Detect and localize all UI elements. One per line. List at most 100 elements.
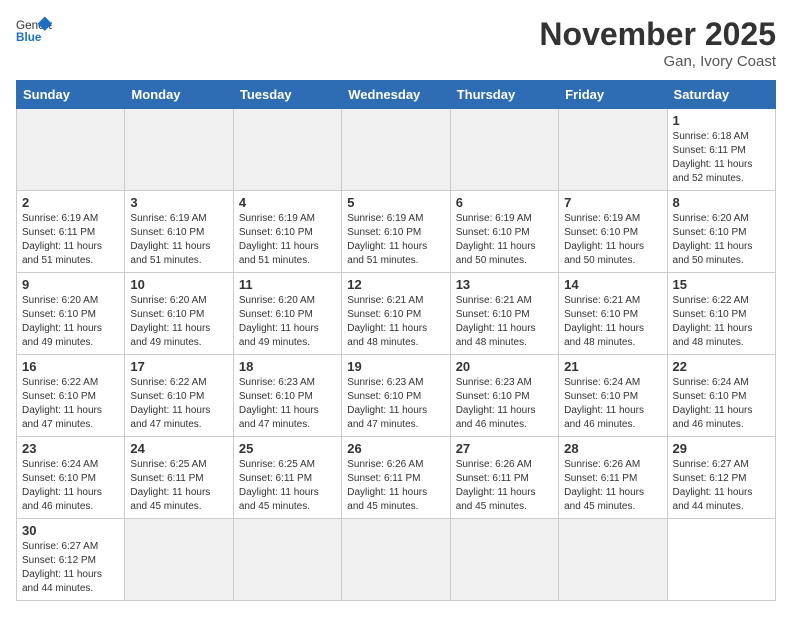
day-info: Sunrise: 6:24 AMSunset: 6:10 PMDaylight:…: [673, 376, 770, 432]
empty-cell: [17, 109, 125, 191]
day-cell-28: 28Sunrise: 6:26 AMSunset: 6:11 PMDayligh…: [559, 437, 667, 519]
empty-cell: [450, 109, 558, 191]
day-number: 15: [673, 277, 770, 292]
empty-cell: [559, 109, 667, 191]
day-cell-14: 14 Sunrise: 6:21 AMSunset: 6:10 PMDayligh…: [559, 273, 667, 355]
day-info: Sunrise: 6:27 AMSunset: 6:12 PMDaylight:…: [22, 540, 119, 596]
day-cell-29: 29Sunrise: 6:27 AMSunset: 6:12 PMDayligh…: [667, 437, 775, 519]
calendar-row-2: 9Sunrise: 6:20 AMSunset: 6:10 PMDaylight…: [17, 273, 776, 355]
day-cell-12: 12Sunrise: 6:21 AMSunset: 6:10 PMDayligh…: [342, 273, 450, 355]
day-number: 18: [239, 359, 336, 374]
day-number: 27: [456, 441, 553, 456]
logo-icon: General Blue: [16, 16, 52, 44]
calendar-table: SundayMondayTuesdayWednesdayThursdayFrid…: [16, 80, 776, 601]
day-cell-6: 6Sunrise: 6:19 AMSunset: 6:10 PMDaylight…: [450, 191, 558, 273]
day-cell-25: 25 Sunrise: 6:25 AMSunset: 6:11 PMDayligh…: [233, 437, 341, 519]
day-number: 10: [130, 277, 227, 292]
day-info: Sunrise: 6:23 AMSunset: 6:10 PMDaylight:…: [239, 376, 336, 432]
day-info: Sunrise: 6:26 AMSunset: 6:11 PMDaylight:…: [347, 458, 444, 514]
day-number: 6: [456, 195, 553, 210]
day-cell-7: 7 Sunrise: 6:19 AMSunset: 6:10 PMDaylight…: [559, 191, 667, 273]
day-info: Sunrise: 6:25 AMSunset: 6:11 PMDaylight:…: [130, 458, 227, 514]
day-info: Sunrise: 6:26 AMSunset: 6:11 PMDaylight:…: [456, 458, 553, 514]
empty-cell: [342, 519, 450, 601]
day-cell-27: 27 Sunrise: 6:26 AMSunset: 6:11 PMDayligh…: [450, 437, 558, 519]
day-info: Sunrise: 6:24 AMSunset: 6:10 PMDaylight:…: [22, 458, 119, 514]
weekday-header-thursday: Thursday: [450, 81, 558, 109]
day-cell-8: 8Sunrise: 6:20 AMSunset: 6:10 PMDaylight…: [667, 191, 775, 273]
day-number: 3: [130, 195, 227, 210]
day-info: Sunrise: 6:20 AMSunset: 6:10 PMDaylight:…: [22, 294, 119, 350]
day-cell-16: 16 Sunrise: 6:22 AMSunset: 6:10 PMDayligh…: [17, 355, 125, 437]
day-info: Sunrise: 6:25 AMSunset: 6:11 PMDaylight:…: [239, 458, 336, 514]
calendar-row-3: 16 Sunrise: 6:22 AMSunset: 6:10 PMDayligh…: [17, 355, 776, 437]
weekday-header-monday: Monday: [125, 81, 233, 109]
day-number: 30: [22, 523, 119, 538]
day-cell-23: 23Sunrise: 6:24 AMSunset: 6:10 PMDayligh…: [17, 437, 125, 519]
day-number: 7: [564, 195, 661, 210]
day-info: Sunrise: 6:24 AMSunset: 6:10 PMDaylight:…: [564, 376, 661, 432]
day-cell-9: 9Sunrise: 6:20 AMSunset: 6:10 PMDaylight…: [17, 273, 125, 355]
day-number: 14: [564, 277, 661, 292]
day-info: Sunrise: 6:19 AMSunset: 6:10 PMDaylight:…: [564, 212, 661, 268]
empty-cell: [125, 519, 233, 601]
day-cell-26: 26 Sunrise: 6:26 AMSunset: 6:11 PMDayligh…: [342, 437, 450, 519]
day-cell-20: 20Sunrise: 6:23 AMSunset: 6:10 PMDayligh…: [450, 355, 558, 437]
empty-cell: [233, 109, 341, 191]
title-area: November 2025 Gan, Ivory Coast: [539, 16, 776, 70]
svg-text:Blue: Blue: [16, 31, 42, 44]
day-number: 2: [22, 195, 119, 210]
day-number: 4: [239, 195, 336, 210]
calendar-row-0: 1Sunrise: 6:18 AMSunset: 6:11 PMDaylight…: [17, 109, 776, 191]
day-info: Sunrise: 6:21 AMSunset: 6:10 PMDaylight:…: [456, 294, 553, 350]
day-cell-18: 18 Sunrise: 6:23 AMSunset: 6:10 PMDayligh…: [233, 355, 341, 437]
weekday-header-row: SundayMondayTuesdayWednesdayThursdayFrid…: [17, 81, 776, 109]
day-number: 11: [239, 277, 336, 292]
day-number: 16: [22, 359, 119, 374]
weekday-header-wednesday: Wednesday: [342, 81, 450, 109]
day-cell-4: 4 Sunrise: 6:19 AMSunset: 6:10 PMDaylight…: [233, 191, 341, 273]
day-info: Sunrise: 6:23 AMSunset: 6:10 PMDaylight:…: [456, 376, 553, 432]
day-cell-22: 22Sunrise: 6:24 AMSunset: 6:10 PMDayligh…: [667, 355, 775, 437]
weekday-header-friday: Friday: [559, 81, 667, 109]
empty-cell: [450, 519, 558, 601]
day-cell-17: 17Sunrise: 6:22 AMSunset: 6:10 PMDayligh…: [125, 355, 233, 437]
day-number: 5: [347, 195, 444, 210]
day-info: Sunrise: 6:19 AMSunset: 6:11 PMDaylight:…: [22, 212, 119, 268]
day-cell-11: 11Sunrise: 6:20 AMSunset: 6:10 PMDayligh…: [233, 273, 341, 355]
weekday-header-saturday: Saturday: [667, 81, 775, 109]
day-info: Sunrise: 6:21 AMSunset: 6:10 PMDaylight:…: [564, 294, 661, 350]
empty-cell: [559, 519, 667, 601]
day-number: 29: [673, 441, 770, 456]
calendar-row-1: 2 Sunrise: 6:19 AMSunset: 6:11 PMDaylight…: [17, 191, 776, 273]
empty-cell: [233, 519, 341, 601]
day-number: 19: [347, 359, 444, 374]
header: General Blue November 2025 Gan, Ivory Co…: [16, 16, 776, 70]
location-title: Gan, Ivory Coast: [539, 53, 776, 70]
day-number: 1: [673, 113, 770, 128]
day-info: Sunrise: 6:23 AMSunset: 6:10 PMDaylight:…: [347, 376, 444, 432]
day-cell-5: 5 Sunrise: 6:19 AMSunset: 6:10 PMDaylight…: [342, 191, 450, 273]
day-number: 24: [130, 441, 227, 456]
empty-cell: [342, 109, 450, 191]
day-info: Sunrise: 6:22 AMSunset: 6:10 PMDaylight:…: [22, 376, 119, 432]
calendar-row-4: 23Sunrise: 6:24 AMSunset: 6:10 PMDayligh…: [17, 437, 776, 519]
logo: General Blue: [16, 16, 52, 44]
day-number: 13: [456, 277, 553, 292]
empty-cell: [125, 109, 233, 191]
day-cell-30: 30 Sunrise: 6:27 AMSunset: 6:12 PMDayligh…: [17, 519, 125, 601]
month-title: November 2025: [539, 16, 776, 53]
day-info: Sunrise: 6:19 AMSunset: 6:10 PMDaylight:…: [347, 212, 444, 268]
day-cell-3: 3 Sunrise: 6:19 AMSunset: 6:10 PMDaylight…: [125, 191, 233, 273]
day-cell-19: 19 Sunrise: 6:23 AMSunset: 6:10 PMDayligh…: [342, 355, 450, 437]
day-cell-21: 21Sunrise: 6:24 AMSunset: 6:10 PMDayligh…: [559, 355, 667, 437]
day-number: 26: [347, 441, 444, 456]
day-number: 25: [239, 441, 336, 456]
day-cell-1: 1Sunrise: 6:18 AMSunset: 6:11 PMDaylight…: [667, 109, 775, 191]
weekday-header-tuesday: Tuesday: [233, 81, 341, 109]
day-info: Sunrise: 6:22 AMSunset: 6:10 PMDaylight:…: [673, 294, 770, 350]
day-info: Sunrise: 6:19 AMSunset: 6:10 PMDaylight:…: [239, 212, 336, 268]
day-number: 17: [130, 359, 227, 374]
day-info: Sunrise: 6:19 AMSunset: 6:10 PMDaylight:…: [130, 212, 227, 268]
day-cell-13: 13 Sunrise: 6:21 AMSunset: 6:10 PMDayligh…: [450, 273, 558, 355]
